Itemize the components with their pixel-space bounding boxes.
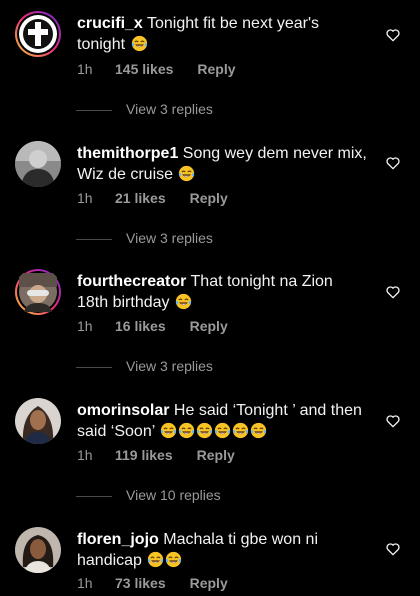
reply-button[interactable]: Reply	[197, 61, 235, 77]
avatar[interactable]	[15, 527, 61, 573]
view-replies-button[interactable]: View 3 replies	[76, 230, 213, 246]
comment-meta: 1h 119 likes Reply	[77, 447, 235, 463]
comment-time: 1h	[77, 318, 93, 334]
comment-time: 1h	[77, 190, 93, 206]
tears-of-joy-icon	[131, 35, 148, 52]
comment-username[interactable]: crucifi_x	[77, 15, 143, 32]
person-photo-avatar-icon	[15, 141, 61, 187]
avatar[interactable]	[14, 268, 62, 316]
tears-of-joy-icon	[147, 551, 164, 568]
reply-button[interactable]: Reply	[197, 447, 235, 463]
tears-of-joy-icon	[160, 422, 177, 439]
comment-time: 1h	[77, 575, 93, 591]
tears-of-joy-icon	[250, 422, 267, 439]
view-replies-label: View 10 replies	[126, 487, 221, 503]
avatar[interactable]	[14, 10, 62, 58]
heart-icon[interactable]	[385, 541, 401, 557]
comment-meta: 1h 73 likes Reply	[77, 575, 228, 591]
tears-of-joy-icon	[165, 551, 182, 568]
cross-logo-avatar-icon	[15, 11, 61, 57]
comment-meta: 1h 21 likes Reply	[77, 190, 228, 206]
person-photo-avatar-icon	[15, 527, 61, 573]
divider-line	[76, 366, 112, 368]
comment-username[interactable]: themithorpe1	[77, 145, 178, 162]
comment-text: themithorpe1 Song wey dem never mix, Wiz…	[77, 143, 367, 185]
comment-meta: 1h 16 likes Reply	[77, 318, 228, 334]
tears-of-joy-icon	[178, 165, 195, 182]
heart-icon[interactable]	[385, 284, 401, 300]
tears-of-joy-icon	[196, 422, 213, 439]
reply-button[interactable]: Reply	[190, 575, 228, 591]
comment-username[interactable]: omorinsolar	[77, 402, 169, 419]
reply-button[interactable]: Reply	[190, 190, 228, 206]
comment-username[interactable]: fourthecreator	[77, 273, 186, 290]
view-replies-button[interactable]: View 3 replies	[76, 358, 213, 374]
heart-icon[interactable]	[385, 155, 401, 171]
tears-of-joy-icon	[175, 293, 192, 310]
comment-text: crucifi_x Tonight fit be next year's ton…	[77, 13, 367, 55]
comment-meta: 1h 145 likes Reply	[77, 61, 236, 77]
view-replies-button[interactable]: View 3 replies	[76, 101, 213, 117]
view-replies-button[interactable]: View 10 replies	[76, 487, 221, 503]
likes-count[interactable]: 145 likes	[115, 61, 173, 77]
divider-line	[76, 238, 112, 240]
likes-count[interactable]: 73 likes	[115, 575, 166, 591]
heart-icon[interactable]	[385, 27, 401, 43]
heart-icon[interactable]	[385, 413, 401, 429]
comment-text: floren_jojo Machala ti gbe won ni handic…	[77, 529, 367, 571]
divider-line	[76, 109, 112, 111]
person-photo-avatar-icon	[15, 269, 61, 315]
avatar[interactable]	[15, 141, 61, 187]
comment-username[interactable]: floren_jojo	[77, 531, 159, 548]
view-replies-label: View 3 replies	[126, 101, 213, 117]
tears-of-joy-icon	[214, 422, 231, 439]
comment-time: 1h	[77, 61, 93, 77]
tears-of-joy-icon	[178, 422, 195, 439]
view-replies-label: View 3 replies	[126, 230, 213, 246]
likes-count[interactable]: 119 likes	[115, 447, 173, 463]
divider-line	[76, 495, 112, 497]
avatar[interactable]	[15, 398, 61, 444]
view-replies-label: View 3 replies	[126, 358, 213, 374]
comment-text: fourthecreator That tonight na Zion 18th…	[77, 271, 367, 313]
comment-time: 1h	[77, 447, 93, 463]
person-photo-avatar-icon	[15, 398, 61, 444]
tears-of-joy-icon	[232, 422, 249, 439]
comment-text: omorinsolar He said ‘Tonight ’ and then …	[77, 400, 367, 442]
likes-count[interactable]: 21 likes	[115, 190, 166, 206]
likes-count[interactable]: 16 likes	[115, 318, 166, 334]
reply-button[interactable]: Reply	[190, 318, 228, 334]
